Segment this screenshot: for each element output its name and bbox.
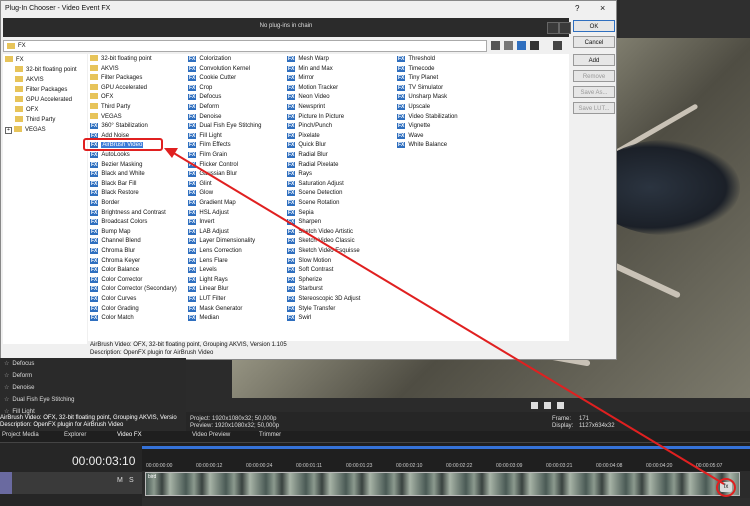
annotation-arrow <box>164 148 725 485</box>
